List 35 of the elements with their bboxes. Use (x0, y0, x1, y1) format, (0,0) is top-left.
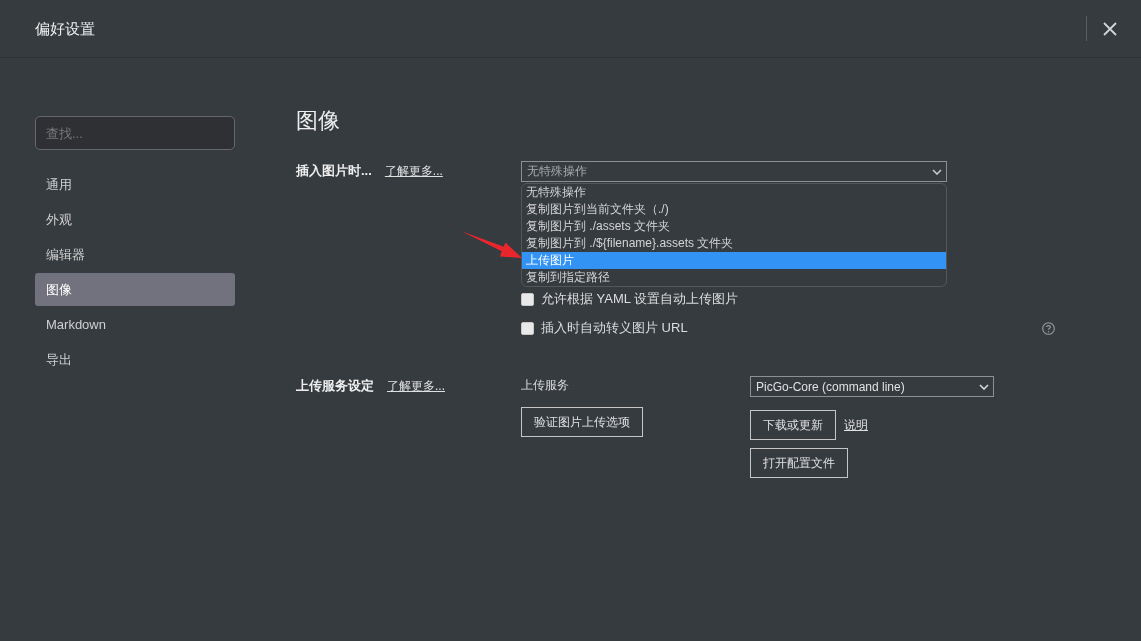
dropdown-option[interactable]: 复制图片到 ./${filename}.assets 文件夹 (522, 235, 946, 252)
sidebar-item[interactable]: 编辑器 (35, 238, 235, 271)
dropdown-option[interactable]: 复制图片到当前文件夹（./) (522, 201, 946, 218)
dropdown-option[interactable]: 复制图片到 ./assets 文件夹 (522, 218, 946, 235)
checkbox[interactable] (521, 292, 534, 306)
dropdown-option[interactable]: 无特殊操作 (522, 184, 946, 201)
dropdown-option[interactable]: 复制到指定路径 (522, 269, 946, 286)
setting-label: 上传服务设定 (296, 377, 374, 395)
field-label: 上传服务 (521, 377, 569, 394)
help-icon[interactable] (1042, 321, 1055, 335)
sidebar-item[interactable]: 外观 (35, 203, 235, 236)
verify-button[interactable]: 验证图片上传选项 (521, 407, 643, 437)
checkbox-label: 允许根据 YAML 设置自动上传图片 (541, 290, 739, 308)
learn-more-link[interactable]: 了解更多... (387, 377, 445, 395)
download-button[interactable]: 下载或更新 (750, 410, 836, 440)
sidebar-item[interactable]: 导出 (35, 343, 235, 376)
open-config-button[interactable]: 打开配置文件 (750, 448, 848, 478)
sidebar-item[interactable]: 通用 (35, 168, 235, 201)
close-icon (1103, 21, 1117, 36)
checkbox[interactable] (521, 321, 534, 335)
setting-label: 插入图片时... (296, 162, 372, 180)
chevron-down-icon (932, 168, 942, 175)
checkbox-label: 插入时自动转义图片 URL (541, 319, 688, 337)
arrow-icon (461, 231, 522, 259)
help-link[interactable]: 说明 (844, 416, 868, 434)
sidebar-item[interactable]: Markdown (35, 308, 235, 341)
select-field[interactable]: 无特殊操作 (521, 161, 947, 182)
learn-more-link[interactable]: 了解更多... (384, 162, 443, 180)
chevron-down-icon (979, 383, 989, 390)
sidebar-item[interactable]: 图像 (35, 273, 235, 306)
close-button[interactable] (1101, 19, 1119, 38)
search-field[interactable]: 查找... (35, 116, 235, 150)
window-title: 偏好设置 (35, 18, 95, 39)
select-field[interactable]: PicGo-Core (command line) (750, 376, 994, 397)
page-title: 图像 (296, 107, 341, 135)
